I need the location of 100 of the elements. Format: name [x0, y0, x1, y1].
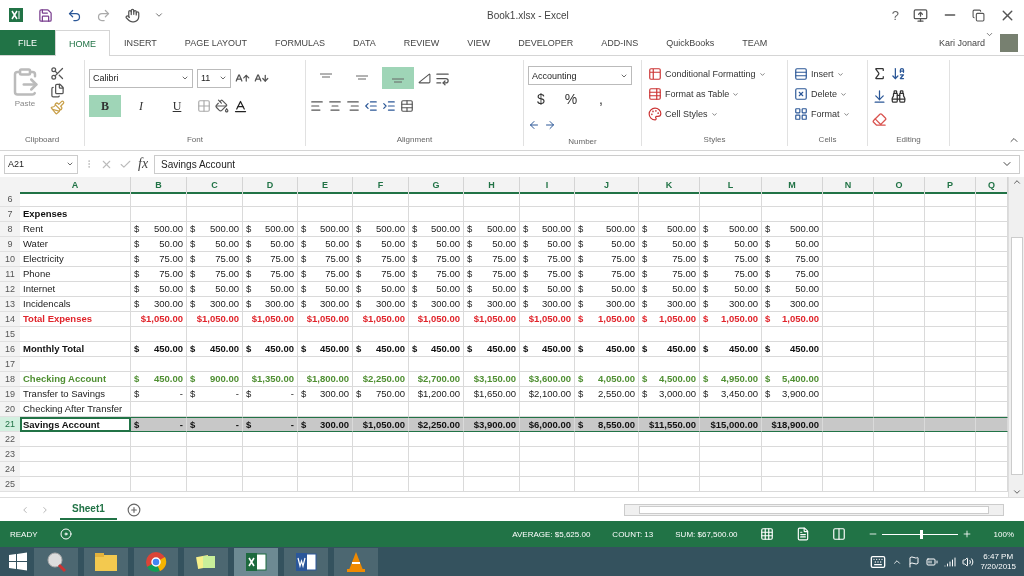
volume-icon[interactable] — [962, 555, 975, 568]
taskbar-app-button[interactable] — [184, 547, 228, 576]
taskbar-app-button[interactable] — [234, 547, 278, 576]
font-style-button[interactable]: I — [125, 95, 157, 117]
increase-decimal-icon[interactable] — [528, 119, 540, 131]
help-button[interactable]: ? — [891, 7, 899, 23]
row-header[interactable]: 14 — [0, 312, 20, 327]
column-header[interactable]: L — [700, 177, 762, 194]
flag-icon[interactable] — [908, 555, 921, 568]
font-color-icon[interactable] — [233, 98, 248, 114]
touch-mode-icon[interactable] — [125, 7, 140, 23]
insert-function-button[interactable]: fx — [138, 156, 149, 172]
copy-icon[interactable] — [50, 83, 65, 98]
column-header[interactable]: F — [353, 177, 409, 194]
cells-button[interactable]: Format — [792, 106, 863, 122]
row-header[interactable]: 6 — [0, 192, 20, 207]
row-header[interactable]: 15 — [0, 327, 20, 342]
paste-button[interactable]: Paste — [4, 66, 46, 135]
font-size-field[interactable]: 11 — [197, 68, 231, 88]
ribbon-tab[interactable]: HOME — [55, 30, 110, 56]
battery-icon[interactable] — [926, 555, 939, 568]
eraser-icon[interactable] — [872, 112, 887, 127]
undo-icon[interactable] — [67, 7, 82, 23]
column-header[interactable]: N — [823, 177, 874, 194]
font-style-button[interactable]: B — [89, 95, 121, 117]
normal-view-icon[interactable] — [759, 527, 774, 541]
column-header[interactable]: M — [762, 177, 823, 194]
merge-cells-icon[interactable] — [400, 99, 414, 113]
row-header[interactable]: 7 — [0, 207, 20, 222]
row-header[interactable]: 22 — [0, 432, 20, 447]
scroll-down-icon[interactable] — [1011, 487, 1022, 497]
taskbar-app-button[interactable] — [334, 547, 378, 576]
align-left-icon[interactable] — [310, 99, 324, 113]
row-header[interactable]: 10 — [0, 252, 20, 267]
column-header[interactable]: A — [20, 177, 131, 194]
fill-color-icon[interactable] — [215, 99, 229, 113]
customize-caret-icon[interactable] — [154, 10, 164, 20]
vertical-scrollbar[interactable] — [1008, 177, 1024, 497]
zoom-thumb[interactable] — [919, 529, 923, 539]
styles-button[interactable]: Cell Styles — [646, 106, 783, 122]
zoom-in-icon[interactable] — [961, 529, 972, 539]
row-header[interactable]: 23 — [0, 447, 20, 462]
sort-filter-icon[interactable] — [891, 66, 906, 81]
column-header[interactable]: I — [520, 177, 575, 194]
new-sheet-icon[interactable] — [126, 502, 141, 517]
number-format-field[interactable]: Accounting — [528, 66, 632, 85]
column-header[interactable]: O — [874, 177, 925, 194]
name-box[interactable]: A21 — [4, 154, 78, 174]
row-header[interactable]: 25 — [0, 477, 20, 492]
find-icon[interactable] — [891, 89, 906, 104]
formula-field[interactable]: Savings Account — [154, 154, 1020, 174]
signal-icon[interactable] — [944, 555, 957, 568]
font-name-field[interactable]: Calibri — [89, 68, 193, 88]
number-format-button[interactable]: % — [558, 90, 584, 108]
align-right-icon[interactable] — [346, 99, 360, 113]
column-header[interactable]: H — [464, 177, 520, 194]
page-break-view-icon[interactable] — [831, 527, 846, 541]
column-header[interactable]: B — [131, 177, 187, 194]
row-header[interactable]: 24 — [0, 462, 20, 477]
page-layout-view-icon[interactable] — [795, 527, 810, 541]
row-header[interactable]: 19 — [0, 387, 20, 402]
column-header[interactable]: P — [925, 177, 976, 194]
number-format-button[interactable]: , — [588, 90, 614, 108]
cells-button[interactable]: Delete — [792, 86, 863, 102]
column-header[interactable]: G — [409, 177, 464, 194]
row-header[interactable]: 11 — [0, 267, 20, 282]
increase-indent-icon[interactable] — [382, 99, 396, 113]
row-header[interactable]: 8 — [0, 222, 20, 237]
wrap-text-icon[interactable] — [435, 70, 450, 86]
row-header[interactable]: 9 — [0, 237, 20, 252]
column-header[interactable]: K — [639, 177, 700, 194]
orientation-icon[interactable] — [418, 71, 431, 85]
column-header[interactable]: C — [187, 177, 243, 194]
font-style-button[interactable]: U — [161, 95, 193, 117]
autosum-icon[interactable] — [872, 66, 887, 81]
cells-button[interactable]: Insert — [792, 66, 863, 82]
decrease-decimal-icon[interactable] — [544, 119, 556, 131]
macro-record-icon[interactable] — [59, 528, 72, 540]
column-header[interactable]: J — [575, 177, 639, 194]
row-header[interactable]: 17 — [0, 357, 20, 372]
row-header[interactable]: 21 — [0, 417, 20, 432]
cut-icon[interactable] — [50, 66, 65, 81]
caret-icon[interactable] — [985, 30, 994, 39]
column-header[interactable]: Q — [976, 177, 1008, 194]
start-button[interactable] — [8, 551, 28, 572]
ribbon-tab[interactable]: FILE — [0, 30, 55, 55]
restore-icon[interactable] — [972, 8, 985, 22]
taskbar-app-button[interactable] — [84, 547, 128, 576]
row-header[interactable]: 20 — [0, 402, 20, 417]
number-format-button[interactable]: $ — [528, 90, 554, 108]
taskbar-app-button[interactable] — [284, 547, 328, 576]
ribbon-display-icon[interactable] — [913, 7, 928, 23]
scroll-up-icon[interactable] — [1011, 177, 1022, 187]
row-header[interactable]: 18 — [0, 372, 20, 387]
styles-button[interactable]: Conditional Formatting — [646, 66, 783, 82]
row-header[interactable]: 13 — [0, 297, 20, 312]
horizontal-scrollbar[interactable] — [624, 503, 1004, 516]
column-header[interactable]: E — [298, 177, 353, 194]
taskbar-app-button[interactable] — [34, 547, 78, 576]
save-icon[interactable] — [38, 7, 53, 23]
